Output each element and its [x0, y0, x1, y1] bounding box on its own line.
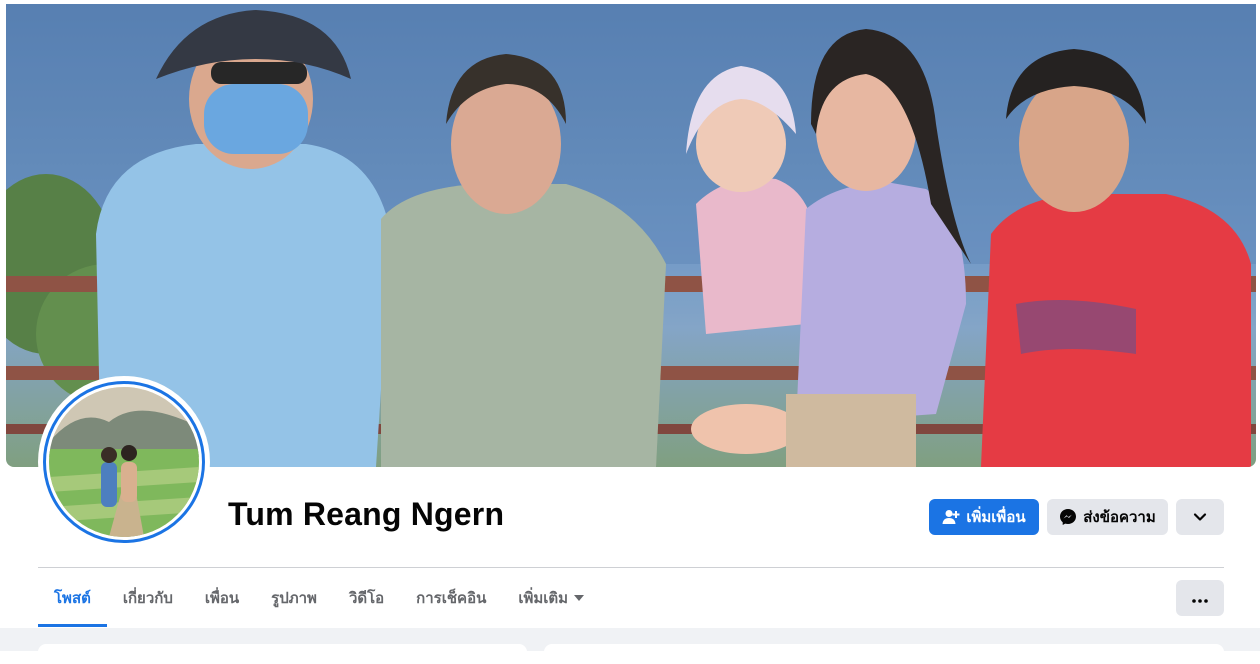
add-friend-icon: [942, 509, 960, 525]
caret-down-icon: [574, 595, 585, 601]
avatar[interactable]: [43, 381, 205, 543]
cover-photo[interactable]: [6, 4, 1256, 467]
tab-label: รูปภาพ: [271, 590, 317, 607]
more-options-button[interactable]: [1176, 580, 1224, 616]
tab-label: วิดีโอ: [348, 590, 385, 607]
tab-videos[interactable]: วิดีโอ: [333, 569, 400, 627]
tab-posts[interactable]: โพสต์: [38, 569, 107, 627]
tab-label: การเช็คอิน: [416, 590, 487, 607]
posts-card: [544, 644, 1224, 664]
message-button[interactable]: ส่งข้อความ: [1047, 499, 1168, 535]
more-dots-icon: [1192, 590, 1208, 607]
tab-label: เกี่ยวกับ: [122, 590, 173, 607]
cover-photo-image: [6, 4, 1256, 467]
tab-friends[interactable]: เพื่อน: [189, 569, 255, 627]
profile-options-dropdown[interactable]: [1176, 499, 1224, 535]
header-divider: [38, 567, 1224, 568]
profile-name: Tum Reang Ngern: [228, 496, 505, 532]
intro-card: [38, 644, 527, 664]
tab-label: เพิ่มเติม: [518, 590, 569, 607]
profile-picture[interactable]: [38, 376, 210, 548]
add-friend-label: เพิ่มเพื่อน: [966, 509, 1026, 526]
profile-tabs: โพสต์ เกี่ยวกับ เพื่อน รูปภาพ วิดีโอ การ…: [38, 569, 600, 627]
add-friend-button[interactable]: เพิ่มเพื่อน: [929, 499, 1039, 535]
message-label: ส่งข้อความ: [1083, 509, 1156, 526]
tab-label: โพสต์: [54, 590, 91, 607]
tab-checkins[interactable]: การเช็คอิน: [400, 569, 502, 627]
tab-photos[interactable]: รูปภาพ: [255, 569, 333, 627]
messenger-icon: [1059, 508, 1077, 526]
chevron-down-icon: [1193, 509, 1207, 526]
tab-about[interactable]: เกี่ยวกับ: [107, 569, 189, 627]
tab-more[interactable]: เพิ่มเติม: [502, 569, 600, 627]
avatar-image: [49, 387, 199, 537]
tab-label: เพื่อน: [204, 590, 240, 607]
